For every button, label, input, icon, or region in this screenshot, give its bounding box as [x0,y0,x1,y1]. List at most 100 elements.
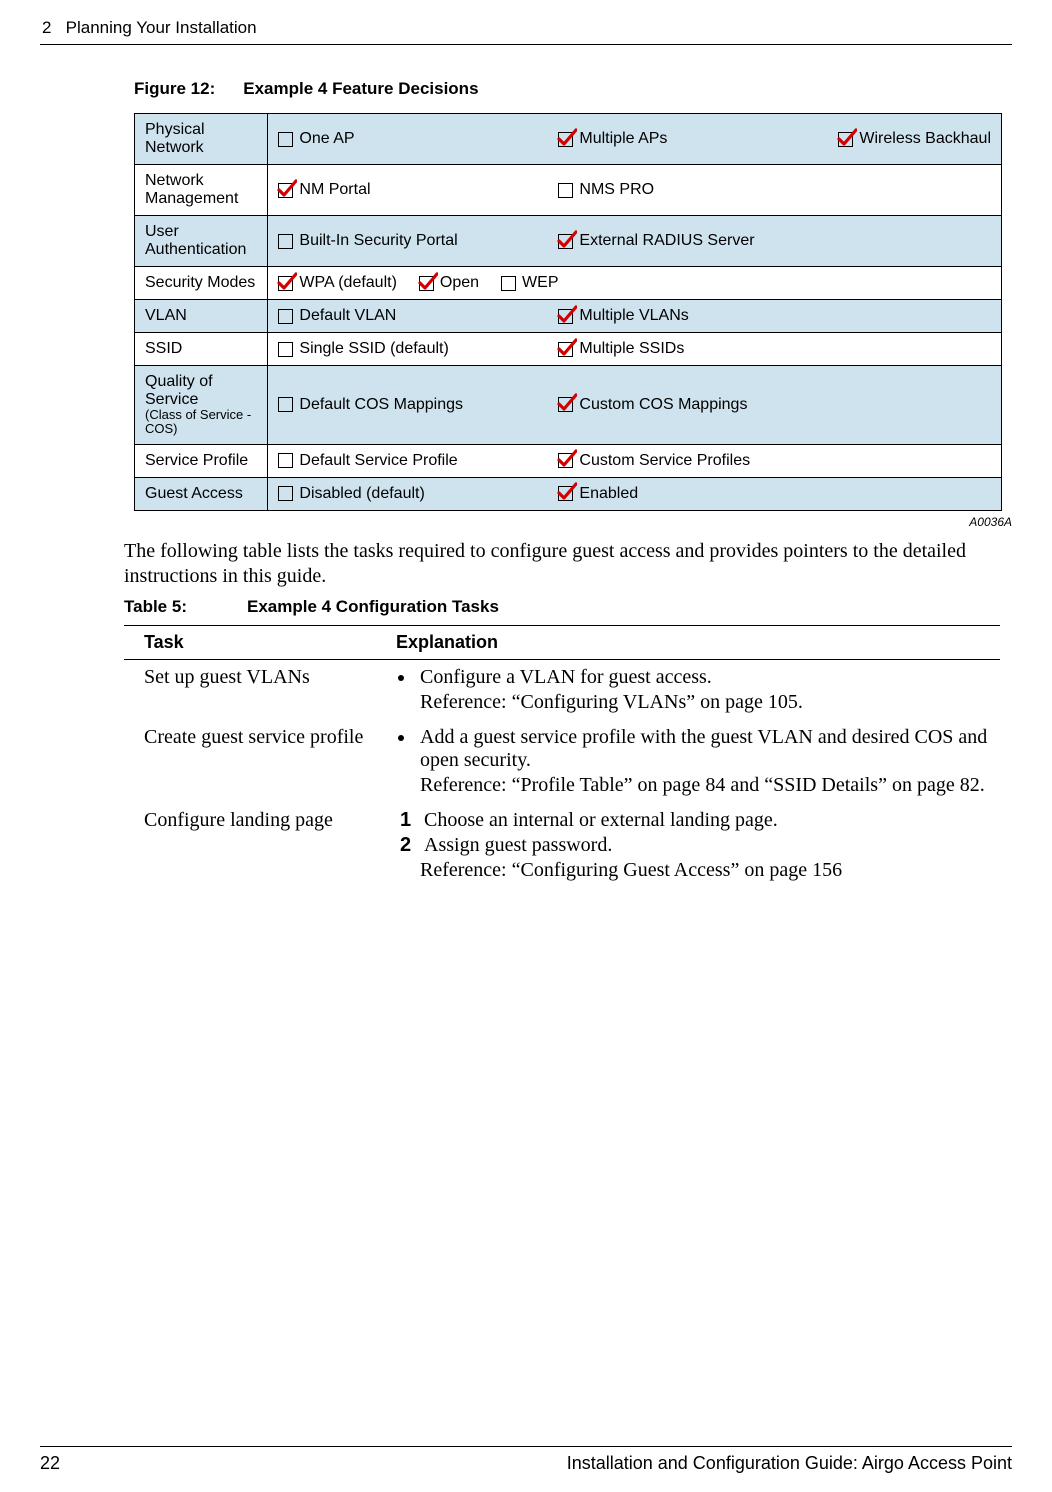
configuration-tasks-table: Task Explanation Set up guest VLANsConfi… [124,625,1000,888]
checkbox-empty-icon [278,132,293,147]
reference-line: Reference: “Configuring VLANs” on page 1… [420,691,994,714]
checkbox-empty-icon [278,453,293,468]
table-label: Table 5: [124,597,187,616]
checkbox-empty-icon [558,183,573,198]
decision-row: User Authentication Built-In Security Por… [135,216,1002,267]
bullet-item: Configure a VLAN for guest access. [416,666,994,689]
step-text: Choose an internal or external landing p… [424,809,778,832]
option: Multiple VLANs [558,307,808,325]
option: Wireless Backhaul [838,130,991,148]
content-area: Figure 12: Example 4 Feature Decisions Ph… [40,79,1012,888]
decision-row-options: Built-In Security PortalExternal RADIUS … [268,216,1002,267]
checkbox-empty-icon [278,397,293,412]
checkbox-empty-icon [278,342,293,357]
step-text: Assign guest password. [424,834,612,857]
option: Default Service Profile [278,452,528,470]
option: External RADIUS Server [558,232,808,250]
option: WPA (default) [278,274,397,292]
option: Multiple SSIDs [558,340,808,358]
reference-line: Reference: “Profile Table” on page 84 an… [420,774,994,797]
decision-row: Physical NetworkOne APMultiple APsWirele… [135,114,1002,165]
numbered-item: 1Choose an internal or external landing … [396,809,994,832]
option-label: WPA (default) [299,274,397,292]
step-number: 2 [400,834,424,857]
checkbox-checked-icon [419,276,434,291]
checkbox-empty-icon [278,234,293,249]
checkbox-checked-icon [558,486,573,501]
checkbox-checked-icon [558,453,573,468]
table-title: Example 4 Configuration Tasks [247,597,499,616]
task-name: Set up guest VLANs [124,659,376,720]
feature-decisions-table: Physical NetworkOne APMultiple APsWirele… [134,113,1002,511]
header-rule [40,44,1012,45]
decision-row-options: NM Portal NMS PRO [268,165,1002,216]
row-label-text: SSID [145,340,182,357]
row-label-text: VLAN [145,307,187,324]
decision-row: Guest Access Disabled (default)Enabled [135,477,1002,510]
checkbox-checked-icon [838,132,853,147]
row-label-text: User Authentication [145,223,246,258]
option: Default VLAN [278,307,528,325]
checkbox-empty-icon [501,276,516,291]
row-label-text: Guest Access [145,485,243,502]
decision-row-options: Default COS Mappings Custom COS Mappings [268,366,1002,445]
checkbox-checked-icon [558,132,573,147]
numbered-list: 1Choose an internal or external landing … [396,809,994,857]
row-label-text: Security Modes [145,274,255,291]
option-label: Open [440,274,479,292]
row-label-text: Network Management [145,172,238,207]
page: 2 Planning Your Installation Figure 12:E… [0,0,1052,1492]
task-row: Set up guest VLANsConfigure a VLAN for g… [124,659,1000,720]
task-explanation: Configure a VLAN for guest access.Refere… [376,659,1000,720]
checkbox-checked-icon [278,183,293,198]
figure-title: Example 4 Feature Decisions [243,79,478,98]
intro-paragraph: The following table lists the tasks requ… [124,539,1008,589]
decision-row: Network Management NM Portal NMS PRO [135,165,1002,216]
option-label: Default Service Profile [299,452,457,470]
decision-row-label: VLAN [135,300,268,333]
col-header-task: Task [124,625,376,659]
checkbox-checked-icon [558,342,573,357]
row-label-text: Physical Network [145,121,205,156]
checkbox-checked-icon [278,276,293,291]
option: NM Portal [278,181,528,199]
decision-row-options: Disabled (default)Enabled [268,477,1002,510]
option: NMS PRO [558,181,808,199]
option-label: Custom COS Mappings [579,396,747,414]
checkbox-checked-icon [558,309,573,324]
option-label: Default COS Mappings [299,396,463,414]
decision-row-options: WPA (default) Open WEP [268,267,1002,300]
option: Default COS Mappings [278,396,528,414]
doc-title: Installation and Configuration Guide: Ai… [567,1453,1012,1474]
option-label: NM Portal [299,181,370,199]
decision-row: Security Modes WPA (default) Open WEP [135,267,1002,300]
bullet-item: Add a guest service profile with the gue… [416,726,994,772]
figure-label: Figure 12: [134,79,215,98]
decision-row-options: One APMultiple APsWireless Backhaul [268,114,1002,165]
option-label: Single SSID (default) [299,340,448,358]
checkbox-empty-icon [278,486,293,501]
decision-row-label: Network Management [135,165,268,216]
option-label: Custom Service Profiles [579,452,750,470]
option: Multiple APs [558,130,808,148]
decision-row-options: Default Service Profile Custom Service Pr… [268,444,1002,477]
option: Custom Service Profiles [558,452,808,470]
option: WEP [501,274,558,292]
task-name: Create guest service profile [124,720,376,803]
option: Single SSID (default) [278,340,528,358]
option-label: Multiple SSIDs [579,340,684,358]
decision-row-label: Service Profile [135,444,268,477]
bullet-list: Add a guest service profile with the gue… [396,726,994,772]
bullet-list: Configure a VLAN for guest access. [396,666,994,689]
option-label: Multiple APs [579,130,667,148]
task-explanation: Add a guest service profile with the gue… [376,720,1000,803]
checkbox-checked-icon [558,397,573,412]
decision-row: SSID Single SSID (default) Multiple SSIDs [135,333,1002,366]
option: Custom COS Mappings [558,396,808,414]
decision-row: Quality of Service(Class of Service - CO… [135,366,1002,445]
decision-row-label: Physical Network [135,114,268,165]
decision-row-label: Security Modes [135,267,268,300]
footer-rule [40,1446,1012,1447]
col-header-explanation: Explanation [376,625,1000,659]
option-label: NMS PRO [579,181,654,199]
